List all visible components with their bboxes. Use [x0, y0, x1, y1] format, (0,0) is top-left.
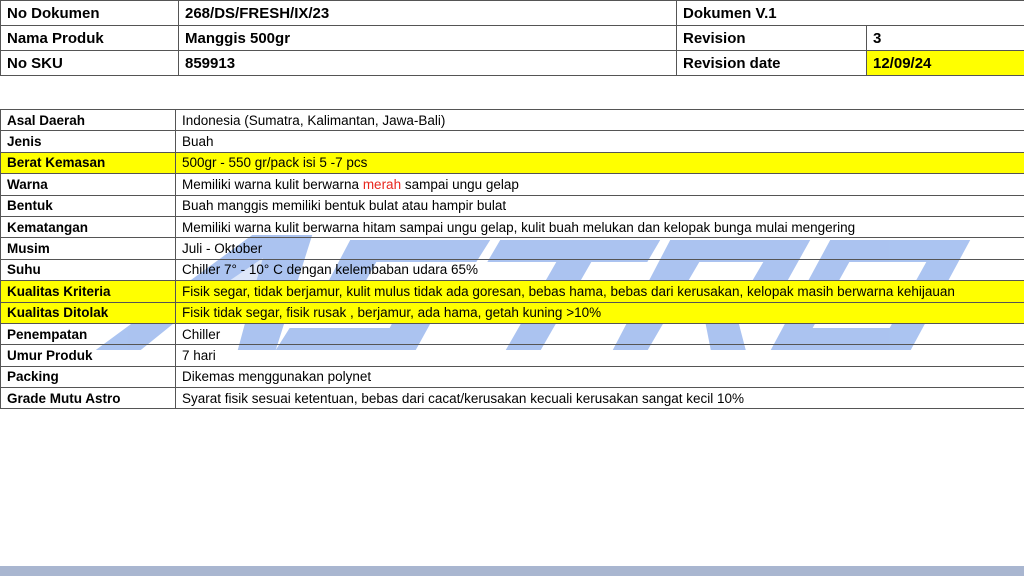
spec-row: Jenis Buah — [0, 130, 1024, 153]
spec-value: Buah manggis memiliki bentuk bulat atau … — [175, 194, 1024, 217]
revision-date-label: Revision date — [676, 50, 867, 76]
spec-row: Bentuk Buah manggis memiliki bentuk bula… — [0, 194, 1024, 217]
spec-label: Umur Produk — [0, 344, 176, 367]
spec-value: Juli - Oktober — [175, 237, 1024, 260]
spec-value: Indonesia (Sumatra, Kalimantan, Jawa-Bal… — [175, 108, 1024, 132]
spec-value-text: Memiliki warna kulit berwarna — [182, 176, 363, 192]
spec-row: Penempatan Chiller — [0, 322, 1024, 346]
spec-row: Suhu Chiller 7° - 10° C dengan kelembaba… — [0, 258, 1024, 282]
spec-value: 7 hari — [175, 344, 1024, 367]
spec-row: Warna Memiliki warna kulit berwarna mera… — [0, 173, 1024, 196]
header-label: Nama Produk — [0, 25, 179, 51]
footer-band — [0, 566, 1024, 576]
header-label: No Dokumen — [0, 0, 179, 26]
spec-label: Berat Kemasan — [0, 151, 176, 175]
spec-value: Syarat fisik sesuai ketentuan, bebas dar… — [175, 387, 1024, 410]
header-row-sku: No SKU 859913 Revision date 12/09/24 — [0, 50, 1024, 76]
spec-value: Memiliki warna kulit berwarna merah samp… — [175, 173, 1024, 196]
spec-value-text: sampai ungu gelap — [401, 176, 519, 192]
spec-label: Grade Mutu Astro — [0, 387, 176, 410]
revision-value: 3 — [866, 25, 1024, 51]
spec-value: Buah — [175, 130, 1024, 153]
header-value: 268/DS/FRESH/IX/23 — [178, 0, 677, 26]
spec-label: Warna — [0, 173, 176, 196]
spec-value: Dikemas menggunakan polynet — [175, 365, 1024, 389]
spec-value-red-text: merah — [362, 176, 402, 192]
document-header-table: No Dokumen 268/DS/FRESH/IX/23 Dokumen V.… — [0, 0, 1024, 76]
product-spec-table: Asal Daerah Indonesia (Sumatra, Kalimant… — [0, 108, 1024, 410]
header-row-dokumen: No Dokumen 268/DS/FRESH/IX/23 Dokumen V.… — [0, 0, 1024, 26]
spec-label: Bentuk — [0, 194, 176, 217]
spec-row: Kematangan Memiliki warna kulit berwarna… — [0, 215, 1024, 239]
revision-label: Revision — [676, 25, 867, 51]
spec-label: Kematangan — [0, 215, 176, 239]
spec-label: Packing — [0, 365, 176, 389]
spec-value: Fisik tidak segar, fisik rusak , berjamu… — [175, 301, 1024, 324]
spec-value: Chiller 7° - 10° C dengan kelembaban uda… — [175, 258, 1024, 282]
spec-label: Musim — [0, 237, 176, 260]
spec-label: Kualitas Kriteria — [0, 280, 176, 303]
revision-date-value: 12/09/24 — [866, 50, 1024, 76]
spec-label: Kualitas Ditolak — [0, 301, 176, 324]
spec-row-highlighted: Kualitas Ditolak Fisik tidak segar, fisi… — [0, 301, 1024, 324]
header-value: Manggis 500gr — [178, 25, 677, 51]
spec-row: Umur Produk 7 hari — [0, 344, 1024, 367]
spec-value: Memiliki warna kulit berwarna hitam samp… — [175, 215, 1024, 239]
spec-value: Fisik segar, tidak berjamur, kulit mulus… — [175, 280, 1024, 303]
header-row-produk: Nama Produk Manggis 500gr Revision 3 — [0, 25, 1024, 51]
spec-row: Grade Mutu Astro Syarat fisik sesuai ket… — [0, 387, 1024, 410]
header-value: 859913 — [178, 50, 677, 76]
spec-label: Jenis — [0, 130, 176, 153]
spec-label: Asal Daerah — [0, 108, 176, 132]
spec-row: Asal Daerah Indonesia (Sumatra, Kalimant… — [0, 108, 1024, 132]
document-version: Dokumen V.1 — [676, 0, 1024, 26]
spec-row: Musim Juli - Oktober — [0, 237, 1024, 260]
spec-row: Packing Dikemas menggunakan polynet — [0, 365, 1024, 389]
spec-row-highlighted: Kualitas Kriteria Fisik segar, tidak ber… — [0, 280, 1024, 303]
spec-value: 500gr - 550 gr/pack isi 5 -7 pcs — [175, 151, 1024, 175]
spec-label: Penempatan — [0, 322, 176, 346]
spec-label: Suhu — [0, 258, 176, 282]
spec-row-highlighted: Berat Kemasan 500gr - 550 gr/pack isi 5 … — [0, 151, 1024, 175]
header-label: No SKU — [0, 50, 179, 76]
spec-value: Chiller — [175, 322, 1024, 346]
